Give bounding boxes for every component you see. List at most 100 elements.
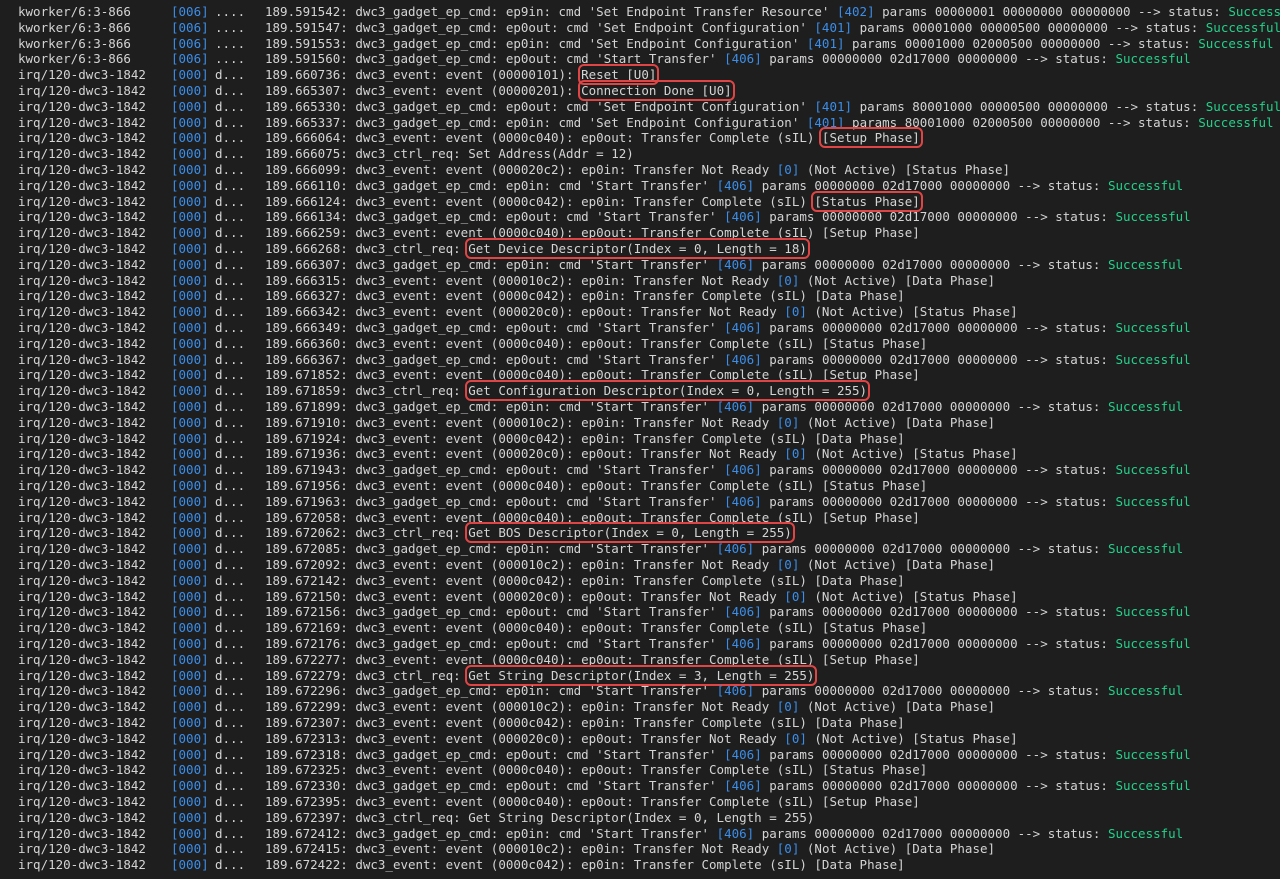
timestamp: 189.666315: xyxy=(265,272,348,288)
command-code: [406] xyxy=(724,351,762,367)
trace-message: 189.666367: dwc3_gadget_ep_cmd: ep0out: … xyxy=(265,352,1191,368)
trace-message: 189.672176: dwc3_gadget_ep_cmd: ep0out: … xyxy=(265,636,1191,652)
irq-flags: d... xyxy=(215,146,246,162)
irq-flags: d... xyxy=(215,98,246,114)
trace-message: 189.666134: dwc3_gadget_ep_cmd: ep0out: … xyxy=(265,209,1191,225)
event-text: dwc3_ctrl_req: xyxy=(355,667,469,683)
status-text: Successful xyxy=(1228,4,1280,19)
params-text: (Not Active) [Status Phase] xyxy=(814,730,1018,746)
event-text: dwc3_gadget_ep_cmd: ep0in: cmd 'Set Endp… xyxy=(355,114,800,130)
event-text: dwc3_ctrl_req: xyxy=(355,383,469,399)
command-code: [406] xyxy=(724,746,762,762)
params-text: params 00001000 02000500 00000000 --> st… xyxy=(852,35,1191,51)
timestamp: 189.671963: xyxy=(265,493,348,509)
trace-message: 189.672412: dwc3_gadget_ep_cmd: ep0in: c… xyxy=(265,826,1183,842)
timestamp: 189.672395: xyxy=(265,794,348,809)
params-text: params 00000000 02d17000 00000000 --> st… xyxy=(769,462,1108,478)
process-name: irq/120-dwc3-1842 xyxy=(18,825,146,841)
status-text: Successful xyxy=(1107,541,1184,557)
timestamp: 189.591547: xyxy=(265,19,348,35)
event-text: dwc3_gadget_ep_cmd: ep0out: cmd 'Start T… xyxy=(355,51,717,67)
command-code: [0] xyxy=(784,304,807,320)
cpu-id: [000] xyxy=(171,762,209,778)
command-code: [406] xyxy=(716,683,755,699)
cpu-id: [000] xyxy=(171,193,209,209)
timestamp: 189.666259: xyxy=(265,225,348,241)
process-name: kworker/6:3-866 xyxy=(18,19,131,35)
params-text: params 00001000 00000500 00000000 --> st… xyxy=(859,19,1199,35)
trace-message: 189.672279: dwc3_ctrl_req: Get String De… xyxy=(265,664,818,686)
timestamp: 189.665307: xyxy=(265,83,348,98)
cpu-id: [000] xyxy=(171,399,209,414)
command-code: [406] xyxy=(724,51,762,67)
timestamp: 189.672299: xyxy=(265,699,348,715)
cpu-id: [000] xyxy=(171,272,209,288)
irq-flags: d... xyxy=(215,493,246,509)
timestamp: 189.671943: xyxy=(265,462,348,478)
timestamp: 189.672313: xyxy=(265,730,348,746)
timestamp: 189.666360: xyxy=(265,335,348,351)
command-code: [406] xyxy=(724,462,762,478)
event-text: dwc3_gadget_ep_cmd: ep0out: cmd 'Start T… xyxy=(355,209,717,225)
trace-message: 189.671943: dwc3_gadget_ep_cmd: ep0out: … xyxy=(265,462,1191,478)
status-text: Successful xyxy=(1115,636,1191,651)
command-code: [0] xyxy=(776,272,800,288)
trace-message: 189.591553: dwc3_gadget_ep_cmd: ep0in: c… xyxy=(265,36,1274,52)
command-code: [401] xyxy=(806,114,845,130)
timestamp: 189.591553: xyxy=(265,35,348,51)
trace-message: 189.666110: dwc3_gadget_ep_cmd: ep0in: c… xyxy=(265,178,1183,194)
process-name: irq/120-dwc3-1842 xyxy=(18,130,146,146)
cpu-id: [000] xyxy=(171,335,209,351)
highlighted-request: Connection Done [U0] xyxy=(578,80,735,101)
process-name: irq/120-dwc3-1842 xyxy=(18,67,146,83)
params-text: params 00000000 02d17000 00000000 --> st… xyxy=(769,320,1108,335)
timestamp: 189.666064: xyxy=(265,130,348,146)
irq-flags: d... xyxy=(215,430,246,446)
params-text: params 00000000 02d17000 00000000 --> st… xyxy=(769,604,1108,620)
status-text: Successful xyxy=(1115,778,1191,794)
trace-message: 189.672397: dwc3_ctrl_req: Get String De… xyxy=(265,810,814,826)
event-text: dwc3_event: event (000020c0): ep0out: Tr… xyxy=(355,730,777,746)
cpu-id: [000] xyxy=(171,794,209,809)
process-name: irq/120-dwc3-1842 xyxy=(18,351,146,367)
process-name: irq/120-dwc3-1842 xyxy=(18,304,146,320)
process-name: irq/120-dwc3-1842 xyxy=(18,557,146,572)
cpu-id: [000] xyxy=(171,620,209,636)
trace-message: 189.672307: dwc3_event: event (0000c042)… xyxy=(265,715,905,731)
event-text: dwc3_gadget_ep_cmd: ep9in: cmd 'Set Endp… xyxy=(355,4,830,19)
params-text: params 00000000 02d17000 00000000 --> st… xyxy=(761,825,1101,841)
timestamp: 189.672092: xyxy=(265,557,348,572)
irq-flags: d... xyxy=(215,83,246,98)
timestamp: 189.672412: xyxy=(265,825,348,841)
params-text: params 00000000 02d17000 00000000 --> st… xyxy=(761,177,1101,193)
irq-flags: d... xyxy=(215,809,246,825)
event-text: dwc3_event: event (000010c2): ep0in: Tra… xyxy=(355,841,770,857)
params-text: params 00000000 02d17000 00000000 --> st… xyxy=(769,746,1108,762)
process-name: irq/120-dwc3-1842 xyxy=(18,541,146,557)
event-text: dwc3_event: event (000020c0): ep0out: Tr… xyxy=(355,588,777,604)
event-text: dwc3_gadget_ep_cmd: ep0in: cmd 'Start Tr… xyxy=(355,683,710,699)
cpu-id: [000] xyxy=(171,857,209,873)
timestamp: 189.671924: xyxy=(265,430,348,446)
command-code: [0] xyxy=(776,162,800,177)
cpu-id: [000] xyxy=(171,383,209,399)
irq-flags: d... xyxy=(215,620,246,636)
command-code: [406] xyxy=(724,320,762,335)
irq-flags: d... xyxy=(215,399,246,414)
process-name: irq/120-dwc3-1842 xyxy=(18,620,146,636)
irq-flags: d... xyxy=(215,588,246,604)
cpu-id: [000] xyxy=(171,462,209,478)
command-code: [406] xyxy=(724,636,762,651)
process-name: irq/120-dwc3-1842 xyxy=(18,493,146,509)
timestamp: 189.672325: xyxy=(265,762,348,778)
process-name: irq/120-dwc3-1842 xyxy=(18,857,146,873)
timestamp: 189.672156: xyxy=(265,604,348,620)
timestamp: 189.672085: xyxy=(265,541,348,557)
command-code: [0] xyxy=(776,557,800,572)
event-text: dwc3_gadget_ep_cmd: ep0out: cmd 'Start T… xyxy=(355,604,717,620)
process-name: kworker/6:3-866 xyxy=(18,35,131,51)
params-text: (Not Active) [Status Phase] xyxy=(814,304,1018,320)
params-text: (Not Active) [Data Phase] xyxy=(806,841,996,857)
irq-flags: .... xyxy=(215,19,246,35)
cpu-id: [000] xyxy=(171,146,209,162)
